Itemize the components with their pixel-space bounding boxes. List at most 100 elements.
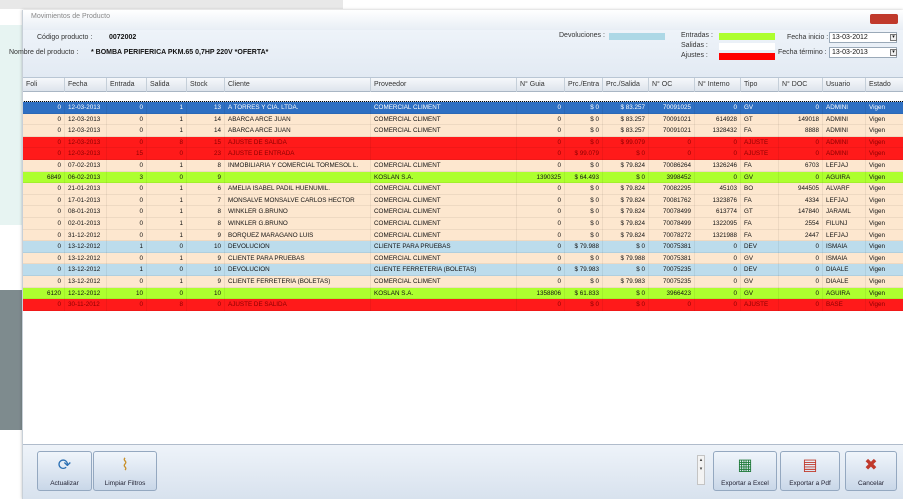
grid-filter-row[interactable] [23,92,903,102]
table-cell: Vigen [866,160,903,172]
window-close-button[interactable] [870,14,898,24]
product-movements-window: Movimientos de Producto Código producto … [9,10,903,499]
table-cell: 1323876 [695,194,741,207]
column-header[interactable]: Stock [187,78,225,92]
table-cell: CLIENTE PARA PRUEBAS [371,241,517,253]
actualizar-button[interactable]: ⟳ Actualizar [37,451,92,491]
table-cell: 0 [695,252,741,265]
table-cell: $ 79.824 [603,229,649,242]
column-header[interactable]: Proveedor [371,78,517,92]
table-row[interactable]: 0 08-01-2013 0 1 8 WINKLER G.BRUNO COMERCIAL C… [23,206,903,218]
column-header[interactable]: N° Guia [517,78,565,92]
column-header[interactable]: N° OC [649,78,695,92]
table-cell: 70078272 [649,229,695,242]
table-cell: CLIENTE FERRETERIA (BOLETAS) [225,276,371,288]
table-row[interactable]: 0 12-03-2013 15 0 23 AJUSTE DE ENTRADA 0 $ 99.0… [23,148,903,160]
column-header[interactable]: Prc./Entra [565,78,603,92]
table-cell: 12-03-2013 [65,113,107,126]
calendar-dropdown-icon[interactable]: ▾ [890,49,897,56]
table-cell: WINKLER G.BRUNO [225,206,371,218]
table-row[interactable]: 0 12-03-2013 0 1 14 ABARCA ARCE JUAN COMERCIAL… [23,113,903,126]
table-cell: COMERCIAL CLIMENT [371,229,517,242]
table-row[interactable]: 6120 12-12-2012 10 0 10 KOSLAN S.A. 1358806 $ 6… [23,287,903,300]
column-header[interactable]: N° Interno [695,78,741,92]
table-cell: 0 [517,102,565,114]
column-header[interactable]: Estado [866,78,903,92]
fecha-inicio-field[interactable]: 13-03-2012 [829,32,897,43]
scroll-spinner[interactable]: ▴ ▾ [697,455,705,485]
table-row[interactable]: 6849 06-02-2013 3 0 9 KOSLAN S.A. 1390325 $ 64.… [23,171,903,184]
table-row[interactable]: 0 07-02-2013 0 1 8 INMOBILIARIA Y COMERCIAL T… [23,160,903,172]
export-excel-button[interactable]: ▦ Exportar a Excel [713,451,777,491]
table-cell: 14 [187,125,225,137]
table-cell: 0 [23,136,65,149]
excel-icon: ▦ [737,457,753,474]
table-cell: 0 [23,160,65,172]
table-cell: ABARCA ARCE JUAN [225,125,371,137]
table-cell: 0 [187,299,225,311]
table-row[interactable]: 0 12-03-2013 0 8 15 AJUSTE DE SALIDA 0 $ 0 $ 99.… [23,136,903,149]
cancelar-button[interactable]: ✖ Cancelar [845,451,897,491]
table-cell: 6849 [23,171,65,184]
table-row[interactable]: 0 13-12-2012 0 1 9 CLIENTE FERRETERIA (BOLETA… [23,276,903,288]
table-row[interactable]: 0 13-12-2012 0 1 9 CLIENTE PARA PRUEBAS COMERC… [23,252,903,265]
table-cell: 0 [779,148,823,160]
table-row[interactable]: 0 12-03-2013 0 1 14 ABARCA ARCE JUAN COMERCIAL… [23,125,903,137]
table-cell: FA [741,160,779,172]
table-cell: $ 0 [565,229,603,242]
column-header[interactable]: Salida [147,78,187,92]
column-header[interactable]: Tipo [741,78,779,92]
table-row[interactable]: 0 21-01-2013 0 1 6 AMELIA ISABEL PADIL HUENUM… [23,183,903,195]
table-cell: 1 [147,125,187,137]
codigo-label: Código producto : [37,34,93,41]
table-row[interactable]: 0 30-11-2012 0 8 0 AJUSTE DE SALIDA 0 $ 0 $ 000A… [23,299,903,311]
table-cell: Vigen [866,288,903,300]
table-cell: COMERCIAL CLIMENT [371,252,517,265]
table-cell: $ 83.257 [603,125,649,137]
table-cell: FA [741,125,779,137]
table-cell: 13-12-2012 [65,264,107,276]
table-cell: $ 0 [565,183,603,195]
table-cell: GV [741,171,779,184]
export-pdf-button[interactable]: ▤ Exportar a Pdf [780,451,840,491]
column-header[interactable]: Usuario [823,78,866,92]
table-cell: 1 [147,183,187,195]
column-header[interactable]: Entrada [107,78,147,92]
table-cell: ISMAIA [823,252,866,265]
column-header[interactable]: Fecha [65,78,107,92]
table-cell: 1 [147,229,187,242]
limpiar-filtros-button[interactable]: ⌇ Limpiar Filtros [93,451,157,491]
table-cell: 0 [779,299,823,311]
calendar-dropdown-icon[interactable]: ▾ [890,34,897,41]
table-cell: 0 [107,183,147,195]
table-cell: FILUNJ [823,218,866,230]
table-cell: 0 [779,264,823,276]
table-cell: 70075381 [649,252,695,265]
table-cell: ADMINI [823,102,866,114]
table-cell: $ 79.824 [603,160,649,172]
table-cell: Vigen [866,264,903,276]
table-cell: DIAALE [823,276,866,288]
table-cell: 8 [187,206,225,218]
table-row[interactable]: 0 02-01-2013 0 1 8 WINKLER G.BRUNO COMERCIAL C… [23,218,903,230]
table-cell: COMERCIAL CLIMENT [371,276,517,288]
table-row[interactable]: 0 17-01-2013 0 1 7 MONSALVE MONSALVE CARLOS H… [23,194,903,207]
column-header[interactable]: Foli [23,78,65,92]
table-row[interactable]: 0 13-12-2012 1 0 10 DEVOLUCION CLIENTE FERRETE… [23,264,903,276]
table-row[interactable]: 0 31-12-2012 0 1 9 BORQUEZ MARAGANO LUIS COMER… [23,229,903,242]
fecha-termino-field[interactable]: 13-03-2013 [829,47,897,58]
table-cell: 12-03-2013 [65,136,107,149]
background-panel-dark [0,290,22,430]
table-cell: 70075235 [649,264,695,276]
table-cell: GV [741,252,779,265]
table-row[interactable]: 0 13-12-2012 1 0 10 DEVOLUCION CLIENTE PARA PR… [23,241,903,253]
table-cell: DEVOLUCION [225,264,371,276]
column-header[interactable]: Cliente [225,78,371,92]
table-cell: Vigen [866,137,903,149]
table-cell: 0 [695,102,741,114]
table-cell: AJUSTE [741,148,779,160]
column-header[interactable]: Prc./Salida [603,78,649,92]
column-header[interactable]: N° DOC [779,78,823,92]
table-row[interactable]: 0 12-03-2013 0 1 13 A TORRES Y CIA. LTDA. COME… [23,101,903,115]
table-cell: $ 0 [565,102,603,114]
